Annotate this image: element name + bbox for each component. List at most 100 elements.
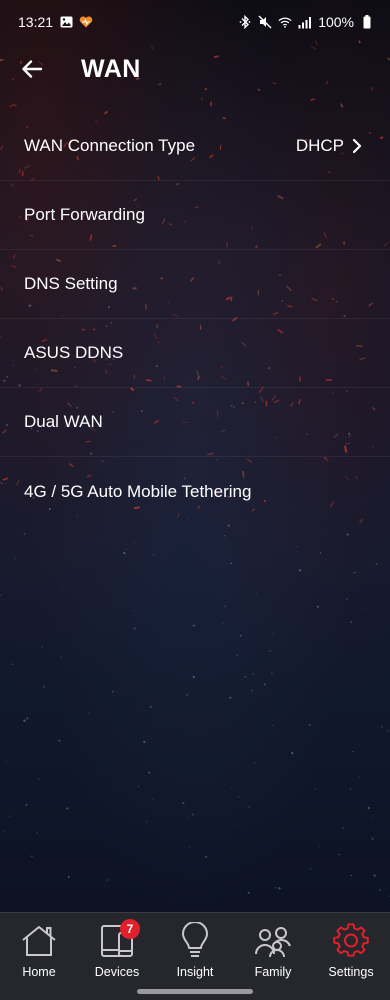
- background-star: [263, 683, 266, 686]
- background-star: [106, 878, 109, 882]
- background-star: [362, 607, 364, 609]
- header: WAN: [0, 46, 390, 92]
- background-star: [371, 818, 373, 820]
- background-star: [229, 696, 232, 699]
- background-star: [153, 554, 155, 556]
- list-item-label: 4G / 5G Auto Mobile Tethering: [24, 481, 252, 501]
- background-star: [192, 624, 195, 627]
- background-star: [254, 762, 256, 764]
- signal-icon: [298, 15, 312, 29]
- background-star: [244, 675, 247, 678]
- nav-label: Home: [22, 965, 56, 979]
- background-star: [8, 815, 11, 818]
- background-star: [252, 672, 255, 675]
- devices-badge: 7: [120, 919, 140, 939]
- background-star: [224, 535, 226, 537]
- mute-icon: [258, 15, 272, 29]
- background-star: [188, 846, 190, 849]
- status-left: 13:21: [18, 14, 93, 30]
- nav-item-devices[interactable]: 7 Devices: [78, 919, 156, 979]
- list-item-label: WAN Connection Type: [24, 136, 196, 155]
- background-star: [30, 855, 33, 858]
- gear-icon: [331, 921, 371, 961]
- background-star: [36, 832, 38, 834]
- background-star: [205, 855, 208, 858]
- mobile-tethering-item[interactable]: 4G / 5G Auto Mobile Tethering: [0, 457, 390, 526]
- background-star: [5, 760, 7, 762]
- list-item-label: Port Forwarding: [24, 205, 145, 224]
- background-star: [26, 717, 29, 720]
- background-star: [346, 533, 349, 536]
- background-star: [387, 730, 389, 732]
- battery-percent: 100%: [318, 14, 354, 30]
- family-icon: [253, 921, 293, 961]
- background-star: [251, 689, 254, 692]
- status-bar: 13:21 100%: [0, 0, 390, 44]
- nav-item-settings[interactable]: Settings: [312, 921, 390, 979]
- background-star: [152, 798, 154, 800]
- background-star: [240, 634, 242, 637]
- background-star: [373, 874, 376, 877]
- background-speck: [9, 103, 16, 108]
- background-star: [291, 751, 294, 755]
- background-star: [338, 853, 341, 856]
- back-arrow-icon: [21, 59, 43, 79]
- wan-connection-type-item[interactable]: WAN Connection Type DHCP: [0, 112, 390, 181]
- background-star: [23, 533, 26, 536]
- wifi-icon: [278, 15, 292, 29]
- background-star: [309, 868, 312, 870]
- background-speck: [200, 97, 204, 101]
- background-star: [228, 835, 230, 837]
- home-icon: [19, 921, 59, 961]
- background-star: [146, 821, 148, 823]
- back-button[interactable]: [10, 47, 54, 91]
- background-star: [272, 633, 274, 635]
- wan-settings-list: WAN Connection Type DHCP Port Forwarding…: [0, 112, 390, 526]
- background-star: [236, 654, 239, 657]
- background-star: [67, 875, 70, 878]
- background-star: [381, 726, 383, 728]
- background-star: [237, 824, 240, 826]
- background-star: [186, 693, 189, 697]
- background-star: [275, 887, 277, 889]
- list-item-label: ASUS DDNS: [24, 343, 124, 362]
- background-star: [43, 685, 46, 688]
- nav-item-home[interactable]: Home: [0, 921, 78, 979]
- background-star: [38, 778, 41, 780]
- background-star: [143, 740, 146, 744]
- background-star: [269, 649, 272, 653]
- home-indicator[interactable]: [137, 989, 253, 994]
- background-star: [350, 621, 353, 624]
- nav-item-insight[interactable]: Insight: [156, 921, 234, 979]
- background-star: [371, 837, 374, 840]
- background-star: [182, 802, 185, 805]
- background-star: [342, 826, 345, 830]
- nav-item-family[interactable]: Family: [234, 921, 312, 979]
- background-star: [14, 557, 17, 560]
- background-star: [353, 571, 356, 574]
- background-star: [66, 807, 69, 810]
- asus-ddns-item[interactable]: ASUS DDNS: [0, 319, 390, 388]
- background-star: [111, 690, 114, 693]
- background-star: [63, 587, 65, 589]
- status-right: 100%: [238, 14, 374, 30]
- background-star: [375, 563, 378, 565]
- background-star: [308, 723, 311, 727]
- background-star: [3, 830, 5, 832]
- dual-wan-item[interactable]: Dual WAN: [0, 388, 390, 457]
- dns-setting-item[interactable]: DNS Setting: [0, 250, 390, 319]
- background-star: [349, 788, 352, 790]
- background-star: [316, 605, 320, 608]
- background-star: [191, 813, 194, 816]
- background-star: [133, 609, 136, 612]
- background-star: [378, 888, 382, 892]
- background-star: [123, 552, 126, 555]
- background-star: [103, 884, 105, 887]
- background-star: [149, 705, 152, 708]
- background-star: [255, 593, 257, 595]
- background-star: [192, 675, 195, 679]
- background-speck: [310, 98, 316, 101]
- background-star: [352, 750, 354, 753]
- list-item-right: DHCP: [296, 136, 362, 156]
- port-forwarding-item[interactable]: Port Forwarding: [0, 181, 390, 250]
